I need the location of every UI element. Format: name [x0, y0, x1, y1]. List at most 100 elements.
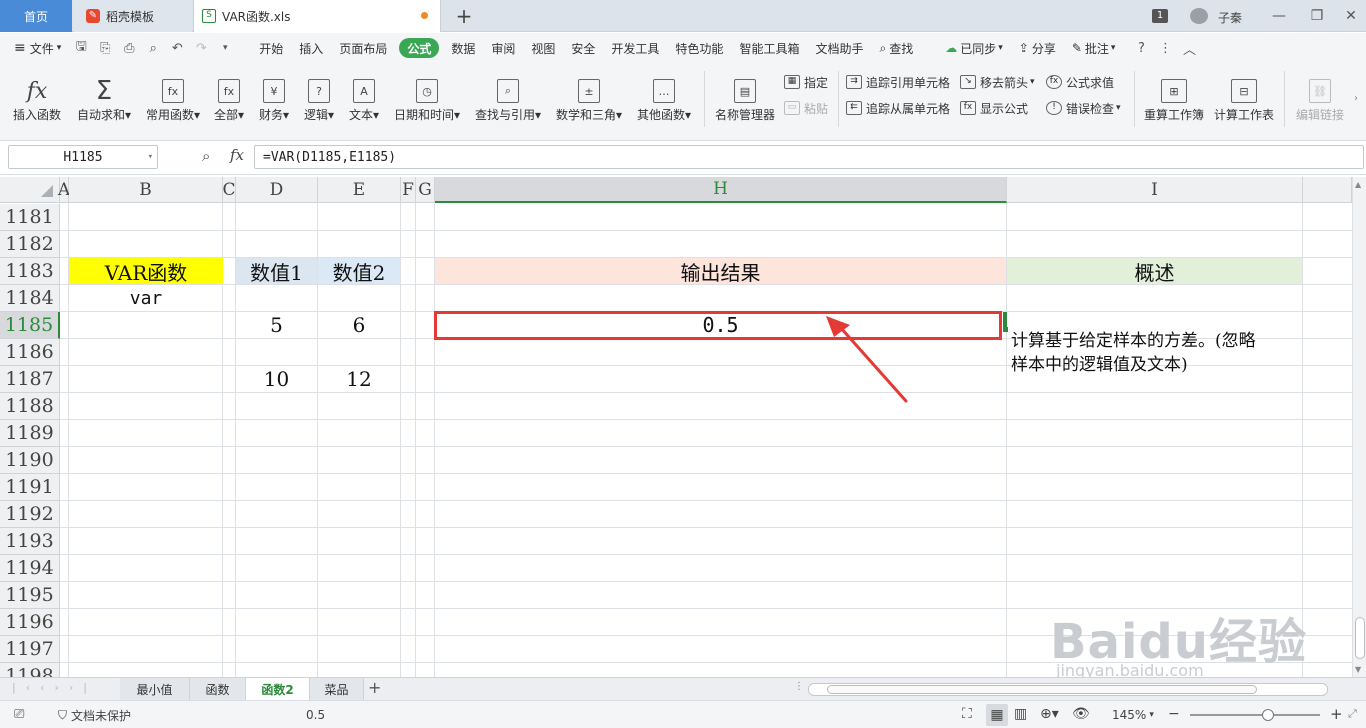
sheet-tab-dishes[interactable]: 菜品	[310, 678, 364, 701]
fx-icon[interactable]: fx	[230, 146, 244, 164]
page-badge[interactable]: 1	[1152, 9, 1168, 23]
lookup-button[interactable]: ⌕ 查找与引用▾	[472, 67, 544, 123]
formula-input[interactable]: =VAR(D1185,E1185)	[254, 145, 1364, 169]
show-formulas-button[interactable]: fx 显示公式	[960, 97, 1028, 119]
scroll-up-icon[interactable]: ▲	[1355, 180, 1361, 189]
math-button[interactable]: ± 数学和三角▾	[553, 67, 625, 123]
macro-icon[interactable]: ⎚	[14, 707, 24, 722]
preview-icon[interactable]: ⌕	[141, 33, 165, 63]
edit-links-button[interactable]: ⛓ 编辑链接	[1292, 67, 1348, 123]
trace-precedents-button[interactable]: ⇉ 追踪引用单元格	[846, 71, 950, 93]
insert-function-button[interactable]: fx 插入函数	[10, 67, 64, 123]
calc-sheet-button[interactable]: ⊟ 计算工作表	[1212, 67, 1276, 123]
tab-current-file[interactable]: S VAR函数.xls	[193, 0, 441, 32]
save-icon[interactable]: 🖫	[69, 33, 93, 63]
menu-view[interactable]: 视图	[523, 33, 563, 63]
normal-view-icon[interactable]: ▦	[986, 704, 1008, 726]
sync-button[interactable]: ☁ 已同步 ▾	[937, 33, 1011, 63]
ellipsis-icon: …	[653, 79, 675, 103]
zoom-level[interactable]: 145% ▾	[1112, 708, 1154, 722]
autosum-button[interactable]: Σ 自动求和▾	[74, 67, 134, 123]
protection-status[interactable]: ⛉ 文档未保护	[58, 707, 131, 724]
file-menu[interactable]: ≡ 文件 ▾	[0, 33, 69, 63]
sheet-tab-function[interactable]: 函数	[190, 678, 246, 701]
restore-button[interactable]: ❐	[1300, 0, 1334, 32]
specify-button[interactable]: ▦ 指定	[784, 71, 828, 93]
page-layout-view-icon[interactable]: ⊕▾	[1040, 706, 1059, 722]
zoom-in-icon[interactable]: +	[1330, 705, 1343, 723]
customize-chevron-icon[interactable]: ▾	[213, 33, 237, 63]
finance-button[interactable]: ¥ 财务▾	[256, 67, 292, 123]
collapse-ribbon-icon[interactable]: ︿	[1177, 33, 1201, 63]
avatar[interactable]	[1190, 8, 1208, 24]
menu-developer[interactable]: 开发工具	[603, 33, 667, 63]
page-break-view-icon[interactable]: ▥	[1014, 706, 1027, 722]
show-formula-icon: fx	[960, 101, 976, 115]
logic-button[interactable]: ? 逻辑▾	[301, 67, 337, 123]
common-functions-button[interactable]: fx 常用函数▾	[143, 67, 203, 123]
undo-icon[interactable]: ↶	[165, 33, 189, 63]
menu-insert[interactable]: 插入	[291, 33, 331, 63]
zoom-slider[interactable]	[1190, 714, 1320, 716]
menu-security[interactable]: 安全	[563, 33, 603, 63]
new-tab-button[interactable]: +	[450, 0, 478, 32]
print-icon[interactable]: ⎙	[117, 33, 141, 63]
menu-doc-assistant[interactable]: 文档助手	[807, 33, 871, 63]
share-button[interactable]: ⇪ 分享	[1011, 33, 1064, 63]
minimize-button[interactable]: —	[1262, 0, 1296, 32]
remove-arrows-label: 移去箭头	[980, 75, 1029, 90]
spreadsheet-grid[interactable]: A B C D E F G H I 1181 1182 1183 1184 11…	[0, 177, 1352, 677]
scroll-down-icon[interactable]: ▼	[1355, 665, 1361, 674]
horizontal-scrollbar[interactable]	[808, 683, 1328, 696]
zoom-formula-icon[interactable]: ⌕	[202, 147, 210, 165]
shield-icon: ⛉	[58, 708, 68, 722]
zoom-out-icon[interactable]: −	[1168, 706, 1180, 722]
reading-mode-icon[interactable]: 👁	[1072, 706, 1090, 722]
menu-data[interactable]: 数据	[443, 33, 483, 63]
error-check-button[interactable]: ! 错误检查 ▾	[1046, 97, 1121, 119]
ribbon-scroll-right-icon[interactable]: ›	[1354, 93, 1358, 104]
status-expand-icon[interactable]: ⤢	[1348, 707, 1357, 721]
menu-review[interactable]: 审阅	[483, 33, 523, 63]
all-functions-button[interactable]: fx 全部▾	[211, 67, 247, 123]
fullscreen-icon[interactable]: ⛶	[962, 706, 972, 722]
vertical-scrollbar[interactable]: ▲ ▼	[1352, 177, 1366, 677]
other-functions-button[interactable]: … 其他函数▾	[634, 67, 694, 123]
redo-icon[interactable]: ↷	[189, 33, 213, 63]
menu-toolbox[interactable]: 智能工具箱	[731, 33, 807, 63]
menu-formula[interactable]: 公式	[399, 38, 440, 58]
remove-arrows-button[interactable]: ↘ 移去箭头 ▾	[960, 71, 1035, 93]
vertical-scroll-thumb[interactable]	[1355, 617, 1365, 659]
evaluate-formula-button[interactable]: fx 公式求值	[1046, 71, 1114, 93]
export-icon[interactable]: ⎘	[93, 33, 117, 63]
paste-names-button[interactable]: ▭ 粘贴	[784, 97, 828, 119]
show-formulas-label: 显示公式	[980, 101, 1029, 116]
recalc-workbook-button[interactable]: ⊞ 重算工作簿	[1142, 67, 1206, 123]
search-button[interactable]: ⌕ 查找	[871, 33, 921, 63]
comment-button[interactable]: ✎ 批注 ▾	[1064, 33, 1124, 63]
name-manager-button[interactable]: ▤ 名称管理器	[713, 67, 777, 123]
help-icon[interactable]: ?	[1129, 33, 1153, 63]
more-icon[interactable]: ⋮	[1153, 33, 1177, 63]
sheet-tab-min[interactable]: 最小值	[120, 678, 190, 701]
tab-home[interactable]: 首页	[0, 0, 72, 32]
zoom-label: 145%	[1112, 708, 1147, 722]
menu-features[interactable]: 特色功能	[667, 33, 731, 63]
sheet-nav-arrows-icon[interactable]: |‹‹››|	[12, 681, 97, 694]
autosum-text: 自动求和	[76, 108, 125, 122]
add-sheet-button[interactable]: +	[368, 678, 381, 697]
name-box[interactable]: H1185 ▾	[8, 145, 158, 169]
trace-dependents-button[interactable]: ⇇ 追踪从属单元格	[846, 97, 950, 119]
sheet-tab-function2[interactable]: 函数2	[246, 678, 310, 701]
chevron-down-icon: ▾	[1030, 77, 1035, 87]
yen-icon: ¥	[263, 79, 285, 103]
zoom-slider-thumb[interactable]	[1262, 709, 1274, 721]
text-button[interactable]: A 文本▾	[346, 67, 382, 123]
menu-page-layout[interactable]: 页面布局	[331, 33, 395, 63]
close-button[interactable]: ✕	[1334, 0, 1366, 32]
horizontal-scroll-thumb[interactable]	[827, 685, 1257, 694]
menu-start[interactable]: 开始	[251, 33, 291, 63]
datetime-button[interactable]: ◷ 日期和时间▾	[391, 67, 463, 123]
user-name[interactable]: 子秦	[1218, 9, 1242, 26]
tab-docer-templates[interactable]: ✎ 稻壳模板	[74, 0, 192, 32]
